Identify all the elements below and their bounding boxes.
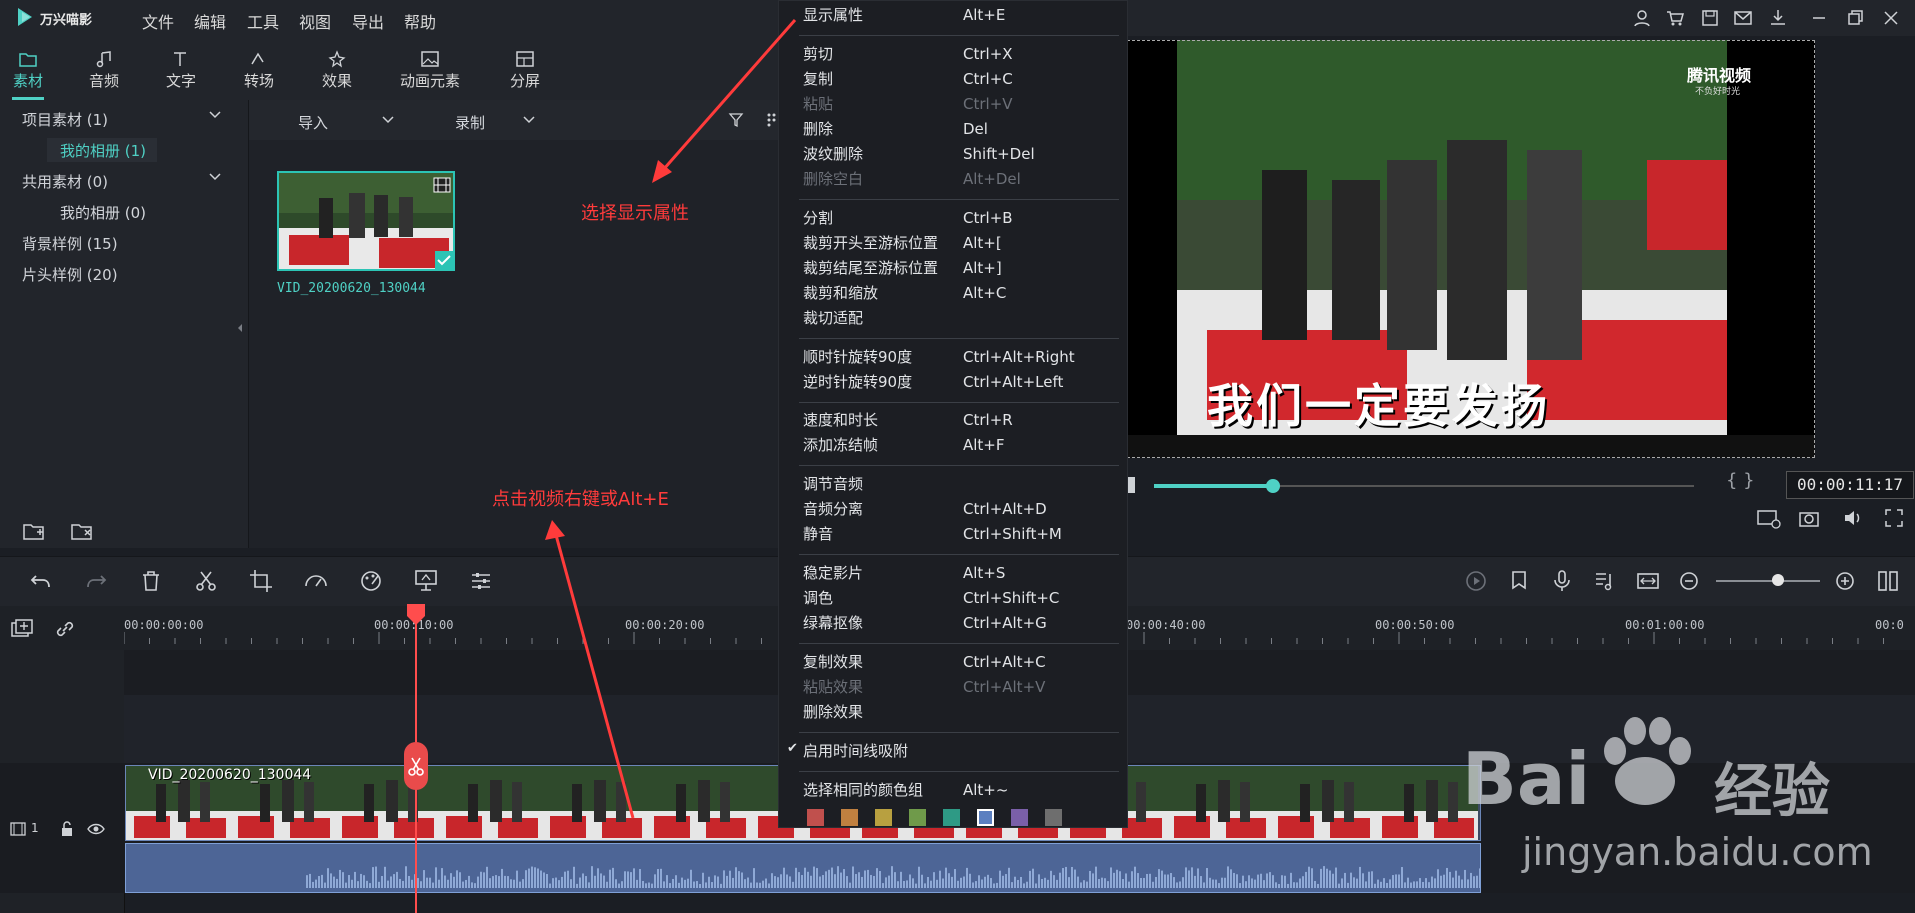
- watermark-url: jingyan.baidu.com: [1522, 830, 1873, 874]
- watermark-jingyan-text: 经验: [1714, 757, 1831, 825]
- arrow-to-menu-line: [661, 19, 797, 171]
- baidu-paw-logo: [1604, 717, 1691, 805]
- arrow-to-properties-line: [554, 534, 635, 819]
- arrow-to-properties-head: [545, 520, 565, 540]
- watermark-baidu-text: Bai: [1462, 737, 1591, 821]
